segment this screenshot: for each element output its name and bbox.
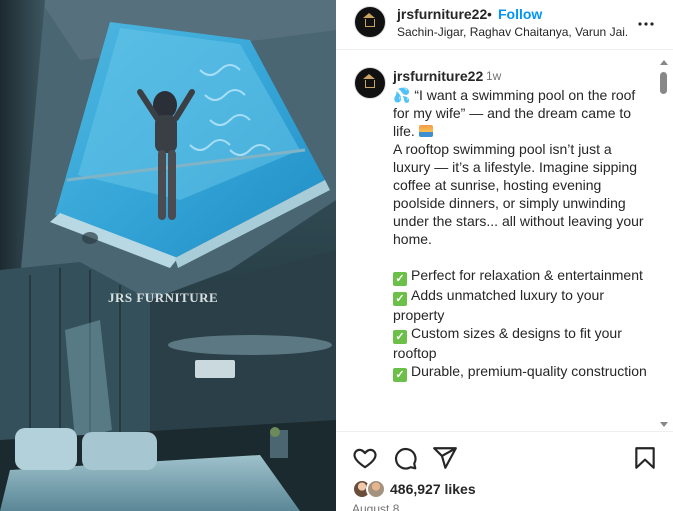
scroll-up-arrow-icon[interactable] (660, 60, 668, 65)
media-watermark: JRS FURNITURE (108, 290, 219, 305)
post-details-panel: jrsfurniture22 • Follow Sachin-Jigar, Ra… (336, 0, 673, 511)
media-illustration (0, 0, 336, 511)
caption-avatar[interactable] (354, 67, 386, 99)
caption-timestamp[interactable]: 1w (486, 69, 501, 83)
check-mark-icon: ✓ (393, 368, 407, 382)
likes-count[interactable]: 486,927 likes (390, 481, 476, 497)
scroll-down-arrow-icon[interactable] (660, 422, 668, 427)
heart-icon[interactable] (352, 445, 378, 471)
caption-paragraph: A rooftop swimming pool isn’t just a lux… (393, 141, 648, 247)
caption-username[interactable]: jrsfurniture22 (393, 68, 483, 84)
scrollbar-thumb[interactable] (660, 72, 667, 94)
check-mark-icon: ✓ (393, 330, 407, 344)
checklist-item: Durable, premium-quality construction (411, 363, 647, 379)
post-date[interactable]: August 8 (352, 502, 399, 511)
checklist-item: Custom sizes & designs to fit your rooft… (393, 325, 626, 361)
check-mark-icon: ✓ (393, 292, 407, 306)
sunrise-emoji-icon (418, 125, 433, 137)
separator-dot: • (487, 6, 492, 22)
save-icon[interactable] (632, 445, 658, 471)
caption-text: 💦 “I want a swimming pool on the roof fo… (393, 86, 648, 382)
profile-avatar[interactable] (354, 6, 386, 38)
caption-scrollbar[interactable] (658, 58, 668, 430)
droplets-emoji-icon: 💦 (393, 87, 411, 103)
checklist-item: Adds unmatched luxury to your property (393, 287, 608, 323)
comment-icon[interactable] (392, 445, 418, 471)
audio-attribution[interactable]: Sachin-Jigar, Raghav Chaitanya, Varun Ja… (397, 25, 627, 39)
brand-logo-icon (363, 74, 375, 88)
brand-logo-icon (363, 13, 375, 27)
post-actions: 486,927 likes August 8 (336, 431, 673, 511)
checklist-item: Perfect for relaxation & entertainment (411, 267, 643, 283)
caption-scroll-area[interactable]: jrsfurniture22 1w 💦 “I want a swimming p… (336, 58, 673, 430)
header-username[interactable]: jrsfurniture22 (397, 6, 487, 22)
post-header: jrsfurniture22 • Follow Sachin-Jigar, Ra… (336, 0, 673, 50)
more-options-icon[interactable] (634, 12, 658, 36)
likes-row[interactable]: 486,927 likes (352, 478, 476, 500)
liker-avatar (366, 479, 386, 499)
follow-button[interactable]: Follow (498, 6, 542, 22)
check-mark-icon: ✓ (393, 272, 407, 286)
share-icon[interactable] (432, 445, 458, 471)
post-media[interactable]: JRS FURNITURE (0, 0, 336, 511)
